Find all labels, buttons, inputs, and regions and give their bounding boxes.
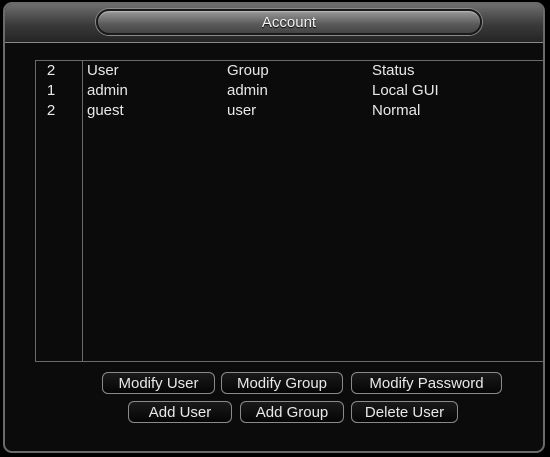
window-title: Account	[261, 14, 317, 31]
row-status: Local GUI	[372, 82, 439, 99]
row-number: 1	[46, 82, 56, 99]
add-user-button[interactable]: Add User	[128, 401, 232, 423]
account-window: Account 2 User Group Status 1 admin admi…	[3, 2, 545, 453]
row-user: guest	[87, 102, 124, 119]
row-group: user	[227, 102, 257, 119]
modify-group-button[interactable]: Modify Group	[221, 372, 343, 394]
row-group: admin	[227, 82, 268, 99]
row-number: 2	[46, 102, 56, 119]
table-row[interactable]: 1 admin admin Local GUI	[36, 81, 543, 101]
title-pill: Account	[96, 9, 482, 35]
add-group-button[interactable]: Add Group	[240, 401, 344, 423]
header-group: Group	[227, 62, 269, 79]
table-row[interactable]: 2 guest user Normal	[36, 101, 543, 121]
header-status: Status	[372, 62, 415, 79]
row-status: Normal	[372, 102, 421, 119]
header-user: User	[87, 62, 119, 79]
user-table: 2 User Group Status 1 admin admin Local …	[35, 60, 543, 362]
title-bar: Account	[5, 4, 543, 43]
delete-user-button[interactable]: Delete User	[351, 401, 458, 423]
modify-user-button[interactable]: Modify User	[102, 372, 215, 394]
row-user: admin	[87, 82, 128, 99]
table-header: 2 User Group Status	[36, 61, 543, 81]
header-count: 2	[46, 62, 56, 79]
modify-password-button[interactable]: Modify Password	[351, 372, 502, 394]
